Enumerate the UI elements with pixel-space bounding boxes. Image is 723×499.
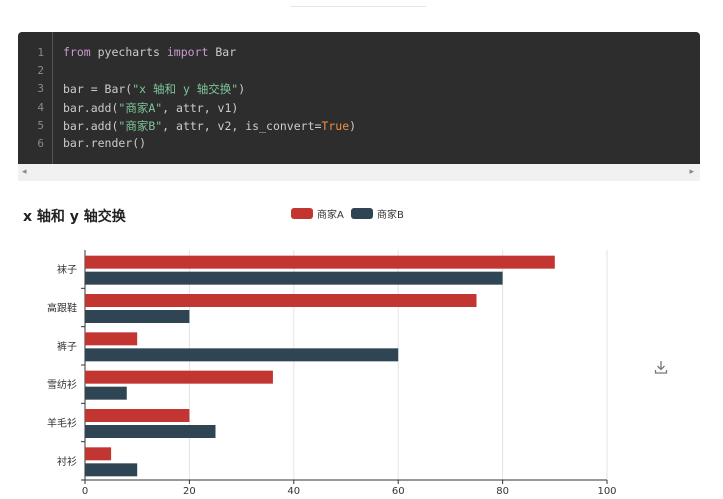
bar-b [85, 425, 216, 438]
bar-a [85, 294, 477, 307]
bar-b [85, 463, 138, 477]
x-tick-label: 20 [183, 486, 196, 497]
y-tick-label: 雪纺衫 [47, 378, 77, 391]
y-tick-label: 裤子 [57, 340, 77, 353]
x-tick-label: 40 [287, 486, 300, 497]
bar-a [85, 255, 555, 269]
bar-a [85, 447, 112, 461]
bar-b [85, 271, 503, 285]
x-tick-label: 100 [597, 486, 616, 497]
bar-b [85, 348, 399, 362]
y-tick-label: 羊毛衫 [47, 417, 77, 430]
bar-a [85, 409, 190, 422]
y-tick-label: 高跟鞋 [47, 302, 77, 315]
y-tick-label: 袜子 [57, 263, 77, 276]
bar-chart: 0 20 40 60 80 100 衬衫 羊毛衫 雪纺衫 裤子 高跟鞋 袜子 [47, 250, 617, 497]
bar-a [85, 370, 273, 384]
y-tick-label: 衬衫 [57, 455, 77, 468]
bar-b [85, 386, 127, 400]
bar-b [85, 310, 190, 323]
x-tick-label: 60 [392, 486, 405, 497]
x-tick-label: 80 [496, 486, 509, 497]
bar-a [85, 332, 138, 346]
x-tick-label: 0 [82, 486, 88, 497]
